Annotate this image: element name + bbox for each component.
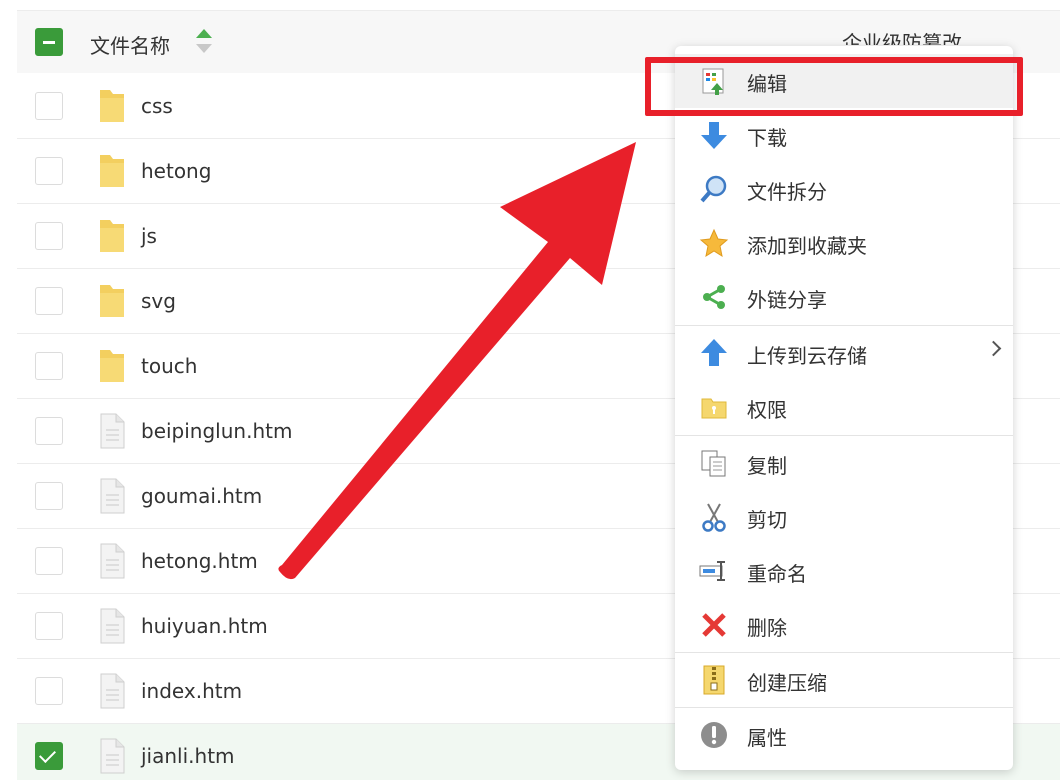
folder-icon (100, 90, 124, 122)
copy-icon (701, 450, 726, 477)
menu-item-download[interactable]: 下载 (675, 108, 1013, 162)
menu-label: 下载 (747, 126, 787, 150)
file-name[interactable]: svg (141, 289, 176, 313)
file-name[interactable]: css (141, 94, 173, 118)
folder-icon (100, 350, 124, 382)
file-name[interactable]: hetong (141, 159, 211, 183)
info-icon (701, 722, 727, 748)
row-checkbox[interactable] (35, 742, 63, 770)
menu-label: 属性 (747, 726, 787, 750)
minus-icon (43, 41, 55, 44)
file-name[interactable]: touch (141, 354, 197, 378)
row-checkbox[interactable] (35, 612, 63, 640)
download-icon (701, 122, 727, 149)
file-icon (100, 543, 125, 579)
folder-icon (100, 285, 124, 317)
menu-item-upload-cloud[interactable]: 上传到云存储 (675, 326, 1013, 380)
upload-icon (701, 339, 727, 366)
menu-label: 添加到收藏夹 (747, 234, 867, 258)
menu-item-split[interactable]: 文件拆分 (675, 162, 1013, 216)
menu-label: 外链分享 (747, 288, 827, 312)
row-checkbox[interactable] (35, 677, 63, 705)
menu-item-delete[interactable]: 删除 (675, 598, 1013, 652)
file-icon (100, 478, 125, 514)
chevron-right-icon (985, 340, 1002, 357)
menu-label: 上传到云存储 (747, 344, 867, 368)
file-name[interactable]: goumai.htm (141, 484, 262, 508)
file-icon (100, 608, 125, 644)
file-icon (100, 673, 125, 709)
menu-label: 文件拆分 (747, 180, 827, 204)
menu-label: 复制 (747, 454, 787, 478)
zip-icon (703, 665, 725, 695)
magnifier-icon (700, 175, 727, 203)
menu-item-share[interactable]: 外链分享 (675, 270, 1013, 324)
file-manager: 文件名称 企业级防篡改 css hetong js svg touch beipinglu… (0, 0, 1060, 780)
name-column-header[interactable]: 文件名称 (90, 30, 170, 59)
file-name[interactable]: huiyuan.htm (141, 614, 268, 638)
rename-icon (699, 561, 725, 581)
scissors-icon (702, 503, 726, 532)
menu-label: 重命名 (747, 562, 807, 586)
menu-label: 权限 (747, 398, 787, 422)
row-checkbox[interactable] (35, 287, 63, 315)
sort-icon[interactable] (194, 27, 214, 55)
row-checkbox[interactable] (35, 157, 63, 185)
context-menu: 编辑 下载 文件拆分 添加到收藏夹 外链分享 上传到云存储 权限 复制 剪切 重… (675, 46, 1013, 770)
folder-icon (100, 155, 124, 187)
row-checkbox[interactable] (35, 352, 63, 380)
menu-label: 剪切 (747, 508, 787, 532)
star-icon (699, 228, 729, 258)
select-all-checkbox[interactable] (35, 28, 63, 56)
menu-label: 删除 (747, 616, 787, 640)
menu-item-copy[interactable]: 复制 (675, 436, 1013, 490)
highlight-box-annotation (645, 57, 1023, 116)
row-checkbox[interactable] (35, 417, 63, 445)
menu-item-permission[interactable]: 权限 (675, 380, 1013, 434)
file-name[interactable]: index.htm (141, 679, 242, 703)
file-name[interactable]: hetong.htm (141, 549, 258, 573)
row-checkbox[interactable] (35, 482, 63, 510)
menu-item-cut[interactable]: 剪切 (675, 490, 1013, 544)
file-icon (100, 413, 125, 449)
row-checkbox[interactable] (35, 547, 63, 575)
menu-item-compress[interactable]: 创建压缩 (675, 653, 1013, 707)
menu-item-properties[interactable]: 属性 (675, 708, 1013, 762)
file-name[interactable]: beipinglun.htm (141, 419, 292, 443)
menu-item-favorite[interactable]: 添加到收藏夹 (675, 216, 1013, 270)
file-name[interactable]: js (141, 224, 157, 248)
menu-label: 创建压缩 (747, 671, 827, 695)
row-checkbox[interactable] (35, 222, 63, 250)
delete-icon (702, 613, 726, 637)
lock-folder-icon (701, 398, 727, 419)
check-icon (39, 746, 56, 763)
row-checkbox[interactable] (35, 92, 63, 120)
file-name[interactable]: jianli.htm (141, 744, 235, 768)
menu-item-rename[interactable]: 重命名 (675, 544, 1013, 598)
file-icon (100, 738, 125, 774)
share-icon (703, 285, 725, 309)
folder-icon (100, 220, 124, 252)
tamper-column-header[interactable]: 企业级防篡改 (842, 27, 962, 45)
